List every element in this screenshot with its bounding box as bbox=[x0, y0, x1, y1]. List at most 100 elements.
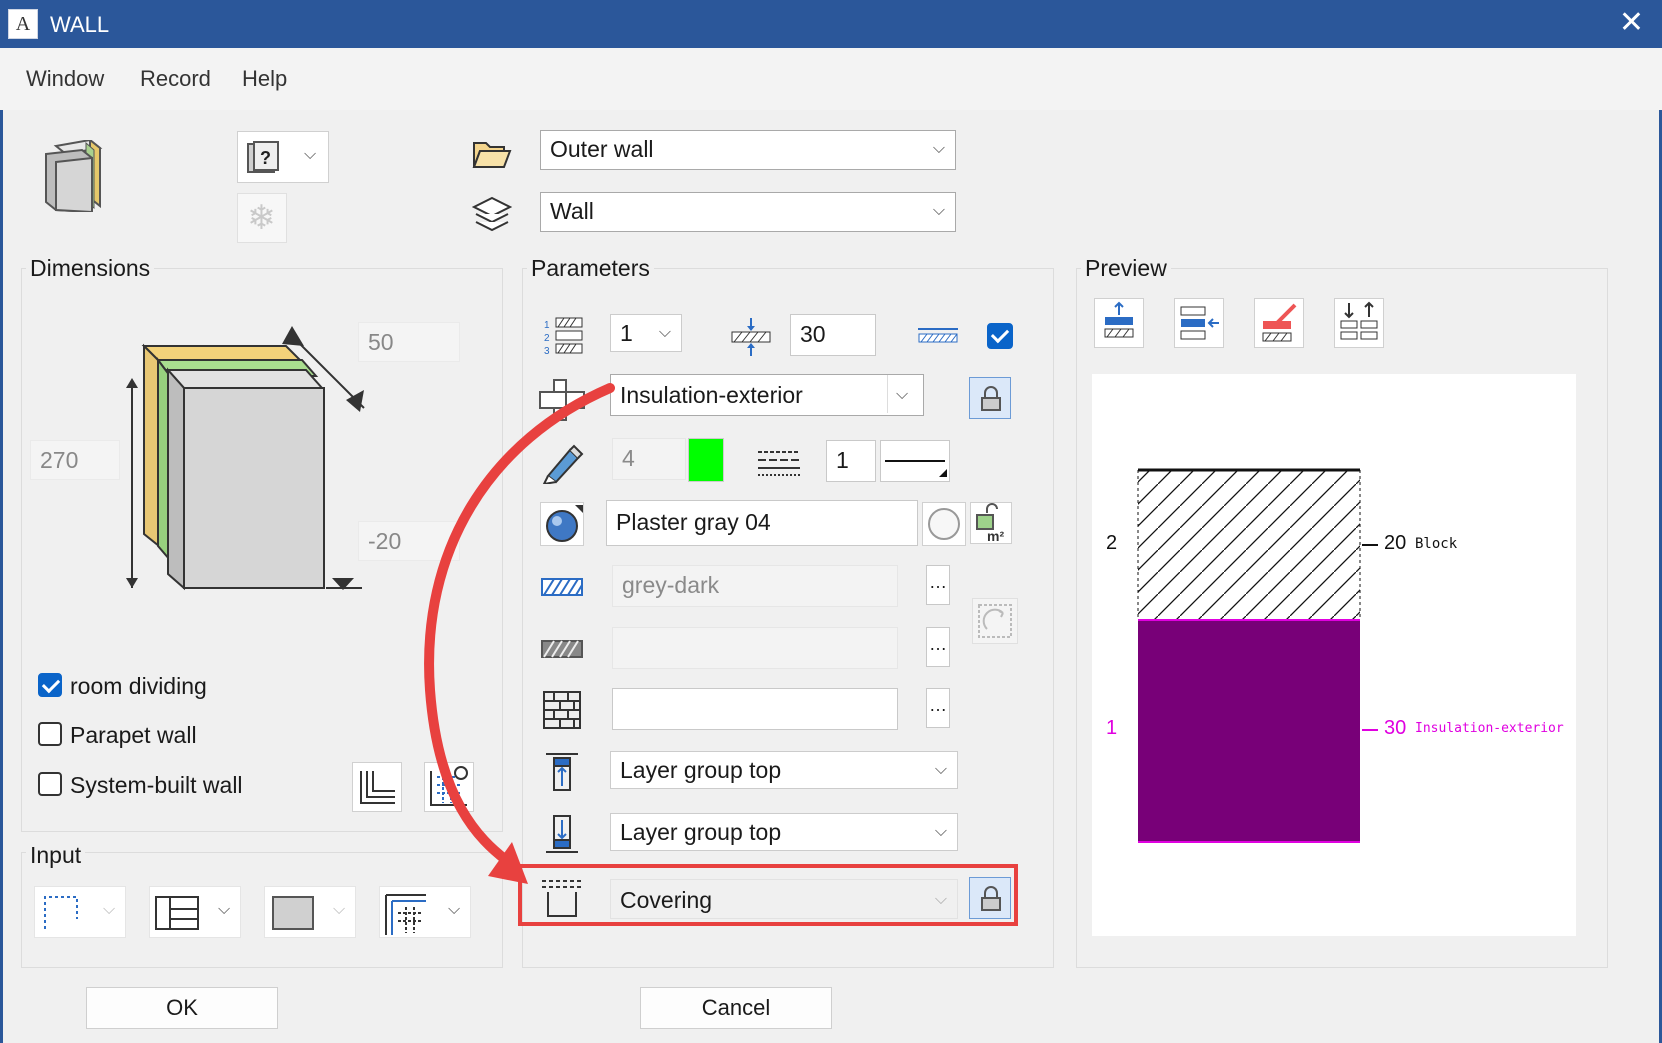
ok-button[interactable]: OK bbox=[86, 987, 278, 1029]
layer-number-select[interactable]: 1 ⌵ bbox=[610, 314, 682, 352]
svg-text:3: 3 bbox=[544, 346, 550, 356]
covering-icon bbox=[540, 878, 584, 918]
surface-button[interactable] bbox=[540, 502, 584, 546]
preview-layer-up-button[interactable] bbox=[1094, 298, 1144, 348]
chevron-down-icon: ⌵ bbox=[932, 140, 945, 157]
wall-3d-icon bbox=[42, 137, 104, 214]
room-dividing-label: room dividing bbox=[70, 673, 207, 699]
room-dividing-check[interactable] bbox=[38, 673, 62, 697]
color-swatch[interactable] bbox=[688, 438, 724, 482]
svg-text:?: ? bbox=[260, 148, 271, 168]
layer-number-icon: 1 2 3 bbox=[542, 316, 586, 357]
title-bar: A WALL ✕ bbox=[0, 0, 1662, 48]
window-title: WALL bbox=[50, 12, 110, 37]
parameters-title: Parameters bbox=[527, 255, 654, 282]
gray-rect-icon bbox=[272, 896, 314, 930]
top-constraint-select[interactable]: Layer group top ⌵ bbox=[610, 751, 958, 789]
material-value: Insulation-exterior bbox=[620, 382, 803, 408]
material-component-icon bbox=[538, 378, 586, 422]
height-field[interactable]: 270 bbox=[30, 440, 120, 480]
preview-layer-delete-button[interactable] bbox=[1254, 298, 1304, 348]
wall-dimensions-diagram bbox=[110, 320, 390, 600]
category-value: Outer wall bbox=[550, 136, 654, 162]
layer-up-icon bbox=[1104, 301, 1134, 338]
surface-preview-button[interactable] bbox=[922, 502, 966, 546]
line-type-field[interactable]: 1 bbox=[826, 440, 876, 482]
layer-1-index: 1 bbox=[1106, 717, 1118, 739]
grid-settings-button[interactable] bbox=[424, 762, 474, 812]
layer-delete-icon bbox=[1262, 303, 1297, 342]
bottom-constraint-select[interactable]: Layer group top ⌵ bbox=[610, 813, 958, 851]
menu-help[interactable]: Help bbox=[242, 66, 287, 92]
surface-area-button[interactable]: m² bbox=[970, 502, 1012, 544]
layer-thickness-field[interactable]: 30 bbox=[790, 314, 876, 356]
input-shape-dropdown[interactable]: ⌵ bbox=[264, 886, 356, 938]
parapet-wall-label: Parapet wall bbox=[70, 722, 197, 748]
wall-preview-canvas: 2 20 Block 1 30 Insulation-exterior bbox=[1092, 374, 1576, 936]
fill-field[interactable] bbox=[612, 688, 898, 730]
input-direction-dropdown[interactable]: ⌵ bbox=[149, 886, 241, 938]
refresh-disabled-button[interactable] bbox=[972, 598, 1018, 644]
grid-icon bbox=[385, 894, 426, 935]
material-select[interactable]: Insulation-exterior ⌵ bbox=[610, 374, 924, 416]
covering-lock-button[interactable] bbox=[969, 877, 1011, 919]
menu-window[interactable]: Window bbox=[26, 66, 104, 92]
chevron-down-icon: ⌵ bbox=[932, 202, 945, 219]
chevron-down-icon: ⌵ bbox=[103, 901, 116, 918]
category-select[interactable]: Outer wall ⌵ bbox=[540, 130, 956, 170]
sphere-icon bbox=[546, 505, 583, 542]
fill-more-button[interactable]: … bbox=[926, 688, 950, 728]
material-lock-button[interactable] bbox=[969, 377, 1011, 419]
chevron-down-icon: ⌵ bbox=[333, 901, 346, 918]
system-built-wall-check[interactable] bbox=[38, 772, 62, 796]
input-title: Input bbox=[26, 842, 86, 869]
pen-field[interactable]: 4 bbox=[612, 438, 686, 480]
surface-field[interactable]: Plaster gray 04 bbox=[606, 500, 918, 546]
covering-select[interactable]: Covering ⌵ bbox=[610, 879, 958, 919]
preview-layer-swap-button[interactable] bbox=[1334, 298, 1384, 348]
app-icon: A bbox=[8, 9, 38, 39]
chevron-down-icon: ⌵ bbox=[934, 823, 947, 840]
bottom-constraint-value: Layer group top bbox=[620, 819, 782, 845]
snowflake-icon: ❄ bbox=[247, 199, 276, 237]
layer-2-index: 2 bbox=[1106, 532, 1118, 554]
line-type-icon bbox=[758, 448, 800, 476]
top-constraint-icon bbox=[544, 752, 580, 792]
type-select[interactable]: Wall ⌵ bbox=[540, 192, 956, 232]
solid-line-icon bbox=[885, 460, 947, 477]
offset-field[interactable]: -20 bbox=[358, 521, 460, 561]
cancel-button[interactable]: Cancel bbox=[640, 987, 832, 1029]
menu-record[interactable]: Record bbox=[140, 66, 211, 92]
layer-insert-icon bbox=[1180, 306, 1219, 340]
white-sphere-icon bbox=[928, 508, 960, 540]
hatch-field[interactable]: grey-dark bbox=[612, 565, 898, 607]
layer-1-name: Insulation-exterior bbox=[1415, 721, 1564, 736]
hatch-more-button[interactable]: … bbox=[926, 565, 950, 605]
room-dividing-checkbox[interactable]: room dividing bbox=[38, 673, 298, 703]
help-book-icon: ? bbox=[247, 141, 279, 173]
input-grid-dropdown[interactable]: ⌵ bbox=[379, 886, 471, 938]
system-built-wall-checkbox[interactable]: System-built wall bbox=[38, 772, 298, 802]
preview-layer-insert-button[interactable] bbox=[1174, 298, 1224, 348]
layer-2-name: Block bbox=[1415, 536, 1458, 552]
layer-2-thickness: 20 bbox=[1384, 532, 1407, 554]
pattern-icon bbox=[540, 638, 584, 660]
close-button[interactable]: ✕ bbox=[1619, 6, 1644, 40]
layer-1-thickness: 30 bbox=[1384, 717, 1407, 739]
pen-icon bbox=[540, 440, 584, 486]
input-point-dropdown[interactable]: ⌵ bbox=[34, 886, 126, 938]
parapet-wall-check[interactable] bbox=[38, 722, 62, 746]
help-dropdown-button[interactable]: ? ⌵ bbox=[237, 131, 329, 183]
pattern-field[interactable] bbox=[612, 627, 898, 669]
layer-visibility-checkbox[interactable] bbox=[987, 323, 1013, 349]
corner-button[interactable] bbox=[352, 762, 402, 812]
pattern-more-button[interactable]: … bbox=[926, 627, 950, 667]
freeze-button[interactable]: ❄ bbox=[237, 193, 287, 243]
chevron-down-icon: ⌵ bbox=[218, 901, 231, 918]
lock-icon bbox=[981, 886, 1001, 911]
menu-bar: Window Record Help bbox=[0, 48, 1662, 110]
line-style-picker[interactable] bbox=[880, 440, 950, 482]
parapet-wall-checkbox[interactable]: Parapet wall bbox=[38, 722, 298, 752]
chevron-down-icon: ⌵ bbox=[658, 324, 671, 341]
thickness-field[interactable]: 50 bbox=[358, 322, 460, 362]
